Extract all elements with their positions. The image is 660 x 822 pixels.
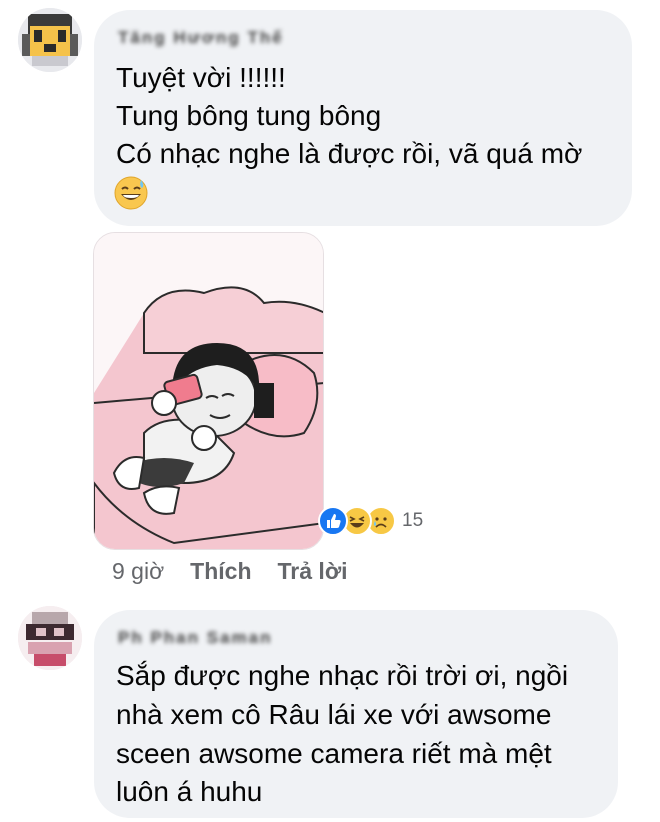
comment-text-line: Tuyệt vời !!!!!!: [116, 62, 286, 93]
avatar-image: [18, 8, 82, 72]
sticker-illustration: [94, 233, 323, 549]
reaction-count: 15: [402, 510, 424, 531]
comment-text-line: Tung bông tung bông: [116, 100, 382, 131]
grinning-sweat-emoji-icon: [114, 176, 148, 210]
comment-timestamp[interactable]: 9 giờ: [112, 558, 164, 585]
comment-author[interactable]: Ph Phan Saman: [118, 628, 272, 650]
like-icon: [318, 506, 348, 536]
comment-meta-row: 9 giờ Thích Trả lời: [112, 556, 374, 586]
comment-text-line: luôn á huhu: [116, 776, 263, 807]
comment-bubble: Ph Phan Saman Sắp được nghe nhạc rồi trờ…: [94, 610, 618, 818]
comment-text-line: Có nhạc nghe là được rồi, vã quá mờ: [116, 138, 583, 169]
reply-button[interactable]: Trả lời: [278, 558, 348, 585]
comment-text-line: nhà xem cô Râu lái xe với awsome: [116, 699, 552, 730]
comment-text-line: sceen awsome camera riết mà mệt: [116, 738, 552, 769]
sticker-image[interactable]: [93, 232, 324, 550]
reaction-summary[interactable]: 15: [318, 505, 423, 537]
commenter-avatar[interactable]: [18, 8, 82, 72]
like-button[interactable]: Thích: [190, 558, 251, 585]
commenter-avatar[interactable]: [18, 606, 82, 670]
avatar-image: [18, 606, 82, 670]
comment-text-line: Sắp được nghe nhạc rồi trời ơi, ngồi: [116, 660, 569, 691]
comment-author[interactable]: Tăng Hương Thế: [118, 28, 284, 50]
comment-bubble: Tăng Hương Thế Tuyệt vời !!!!!! Tung bôn…: [94, 10, 632, 226]
